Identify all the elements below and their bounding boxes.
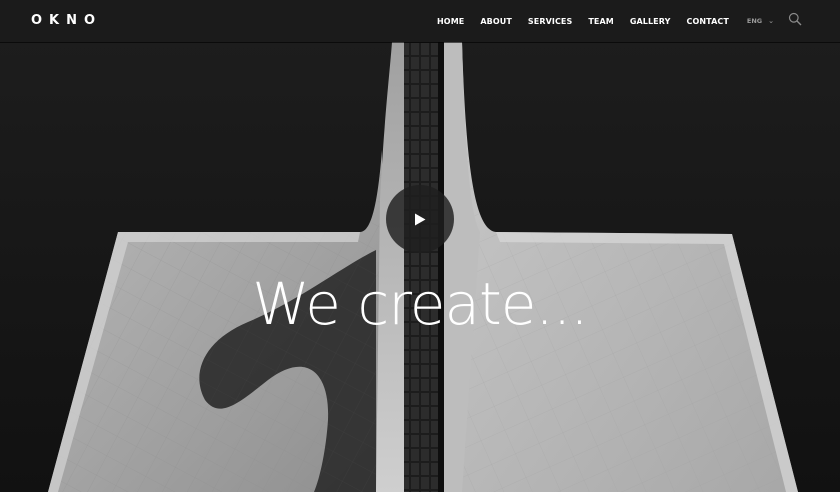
top-navbar: OKNO HOME ABOUT SERVICES TEAM GALLERY CO… — [0, 0, 840, 42]
play-video-button[interactable] — [386, 185, 454, 253]
nav-item-home[interactable]: HOME — [437, 17, 464, 26]
nav-item-team[interactable]: TEAM — [588, 17, 613, 26]
nav-item-about[interactable]: ABOUT — [480, 17, 512, 26]
nav-item-gallery[interactable]: GALLERY — [630, 17, 671, 26]
nav-item-contact[interactable]: CONTACT — [686, 17, 728, 26]
language-label: ENG — [746, 17, 763, 25]
site-logo[interactable]: OKNO — [31, 13, 102, 28]
language-selector[interactable]: ENG ⌄ — [747, 17, 774, 25]
chevron-down-icon: ⌄ — [768, 17, 774, 25]
hero-headline: We create... — [252, 270, 589, 338]
main-nav: HOME ABOUT SERVICES TEAM GALLERY CONTACT… — [437, 0, 840, 42]
search-icon[interactable] — [788, 12, 802, 26]
nav-item-services[interactable]: SERVICES — [528, 17, 572, 26]
hero-section: We create... — [0, 0, 840, 492]
play-icon — [415, 213, 426, 225]
